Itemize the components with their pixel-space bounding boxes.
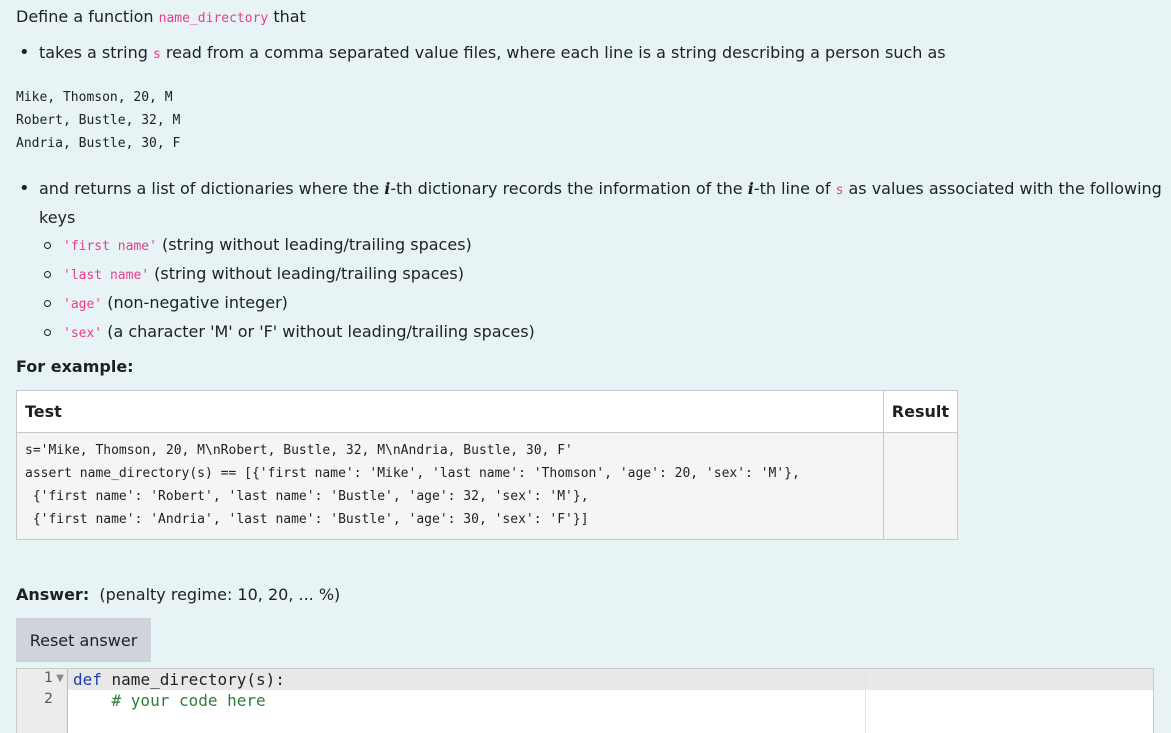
intro-define-text: Define a function	[16, 7, 159, 26]
header-result: Result	[882, 390, 959, 433]
code-line-2[interactable]: # your code here	[73, 690, 266, 711]
keys-list: 'first name' (string without leading/tra…	[39, 231, 1166, 347]
key-desc: (string without leading/trailing spaces)	[156, 235, 472, 254]
examples-table: Test Result s='Mike, Thomson, 20, M\nRob…	[16, 390, 959, 540]
bullet2-text-a: and returns a list of dictionaries where…	[39, 179, 385, 198]
bullet-list-2: and returns a list of dictionaries where…	[16, 175, 1166, 347]
keyword-def: def	[73, 670, 102, 689]
bullet1-text-b: read from a comma separated value files,…	[160, 43, 946, 62]
sample-csv-block: Mike, Thomson, 20, M Robert, Bustle, 32,…	[16, 86, 180, 155]
sample-line: Mike, Thomson, 20, M	[16, 90, 173, 105]
key-item-age: 'age' (non-negative integer)	[39, 289, 1166, 318]
code-editor[interactable]: 1 ▼ 2 def name_directory(s): # your code…	[16, 668, 1154, 733]
bullet2-text-c: -th line of	[753, 179, 836, 198]
reset-answer-button[interactable]: Reset answer	[16, 618, 151, 662]
for-example-heading: For example:	[16, 357, 134, 376]
bullet-list-1: takes a string s read from a comma separ…	[16, 42, 1166, 66]
key-item-last-name: 'last name' (string without leading/trai…	[39, 260, 1166, 289]
test-code: s='Mike, Thomson, 20, M\nRobert, Bustle,…	[25, 443, 800, 527]
table-row: s='Mike, Thomson, 20, M\nRobert, Bustle,…	[16, 432, 959, 540]
key-code: 'age'	[63, 297, 103, 312]
code-def-rest: name_directory(s):	[101, 670, 285, 689]
bullet-returns-list: and returns a list of dictionaries where…	[16, 175, 1166, 347]
header-test: Test	[16, 390, 884, 433]
key-code: 'sex'	[63, 326, 103, 341]
answer-label: Answer:	[16, 585, 90, 604]
sample-line: Robert, Bustle, 32, M	[16, 113, 181, 128]
bullet2-text-b: -th dictionary records the information o…	[390, 179, 748, 198]
sample-line: Andria, Bustle, 30, F	[16, 136, 181, 151]
test-cell: s='Mike, Thomson, 20, M\nRobert, Bustle,…	[16, 432, 884, 540]
line-number: 1	[44, 670, 53, 686]
question-intro: Define a function name_directory that	[16, 7, 306, 26]
result-cell	[882, 432, 959, 540]
code-line-1[interactable]: def name_directory(s):	[73, 669, 285, 690]
fold-toggle-icon[interactable]: ▼	[56, 673, 64, 684]
var-s-code: s	[152, 47, 161, 62]
editor-gutter: 1 ▼ 2	[17, 669, 68, 733]
function-name-code: name_directory	[158, 11, 269, 26]
table-header-row: Test Result	[16, 390, 959, 433]
penalty-regime: (penalty regime: 10, 20, ... %)	[99, 585, 341, 604]
key-code: 'first name'	[63, 239, 157, 254]
intro-that-text: that	[268, 7, 306, 26]
answer-heading: Answer: (penalty regime: 10, 20, ... %)	[16, 585, 340, 604]
key-desc: (non-negative integer)	[102, 293, 288, 312]
key-item-sex: 'sex' (a character 'M' or 'F' without le…	[39, 318, 1166, 347]
key-desc: (string without leading/trailing spaces)	[149, 264, 464, 283]
key-code: 'last name'	[63, 268, 150, 283]
key-desc: (a character 'M' or 'F' without leading/…	[102, 322, 535, 341]
line-number: 2	[44, 691, 53, 707]
bullet-takes-string: takes a string s read from a comma separ…	[16, 42, 1166, 66]
print-margin	[865, 669, 866, 733]
bullet1-text-a: takes a string	[39, 43, 153, 62]
key-item-first-name: 'first name' (string without leading/tra…	[39, 231, 1166, 260]
